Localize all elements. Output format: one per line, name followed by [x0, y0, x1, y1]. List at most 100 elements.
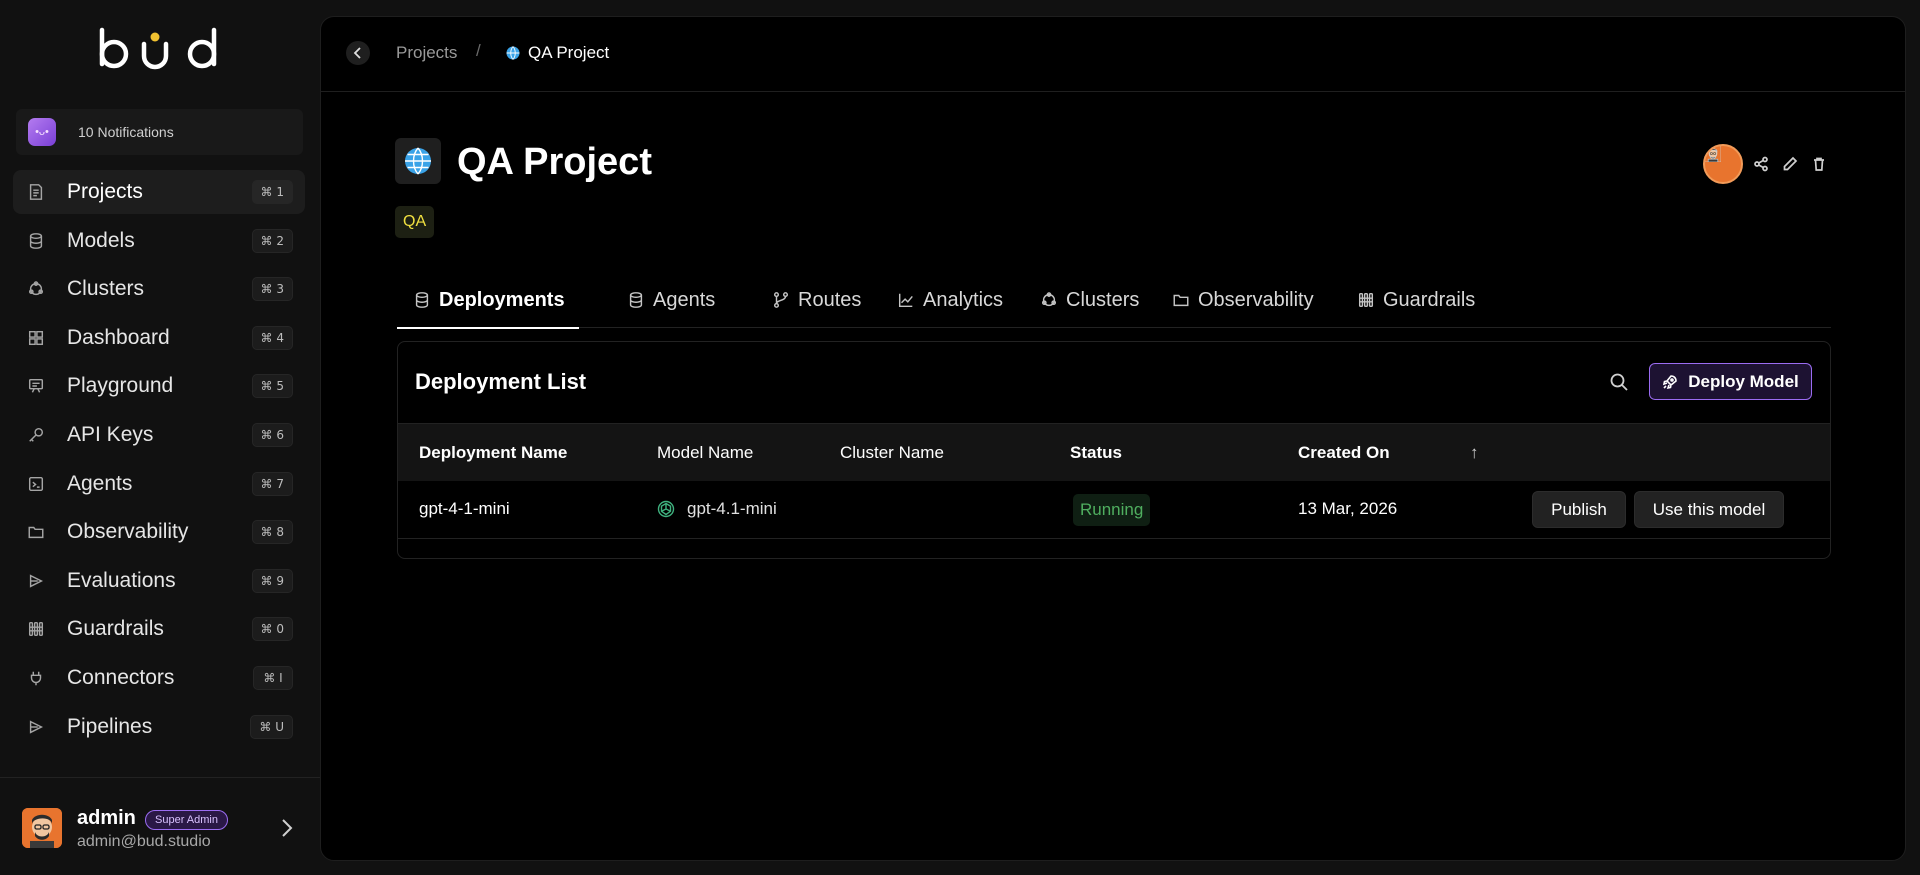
breadcrumb-projects[interactable]: Projects: [396, 43, 457, 63]
tab-label: Observability: [1198, 288, 1314, 311]
sidebar-item-label: Projects: [67, 180, 143, 203]
database-icon: [26, 231, 46, 251]
role-badge: Super Admin: [145, 810, 228, 830]
chart-icon: [898, 293, 913, 308]
deployment-list-card: Deployment List Deploy Model Deployment …: [397, 341, 1831, 559]
rocket-icon: [1663, 374, 1678, 389]
sidebar-item-connectors[interactable]: Connectors ⌘ I: [13, 656, 305, 700]
sidebar-item-api-keys[interactable]: API Keys ⌘ 6: [13, 413, 305, 457]
created-on-cell: 13 Mar, 2026: [1298, 499, 1398, 518]
cluster-icon: [26, 279, 46, 299]
shortcut-badge: ⌘ 3: [251, 277, 293, 302]
sidebar-item-label: API Keys: [67, 422, 154, 446]
chevron-left-icon: [353, 47, 361, 59]
shortcut-badge: ⌘ 6: [251, 422, 293, 447]
guardrail-icon: [26, 619, 46, 639]
terminal-icon: [26, 474, 46, 494]
model-name-cell: gpt-4.1-mini: [657, 499, 777, 519]
tab-label: Deployments: [439, 288, 565, 311]
tab-label: Analytics: [923, 288, 1004, 311]
sidebar-item-dashboard[interactable]: Dashboard ⌘ 4: [13, 316, 305, 360]
notifications-button[interactable]: •ᴗ• 10 Notifications: [16, 109, 303, 155]
sidebar-item-label: Dashboard: [67, 325, 170, 349]
tab-label: Clusters: [1066, 288, 1140, 311]
project-icon: [395, 138, 441, 184]
sidebar: •ᴗ• 10 Notifications Projects ⌘ 1 Models…: [0, 0, 320, 875]
sidebar-item-label: Clusters: [67, 277, 145, 301]
tab-clusters[interactable]: Clusters: [1040, 272, 1139, 328]
sidebar-nav: Projects ⌘ 1 Models ⌘ 2 Clusters ⌘ 3 Das…: [13, 170, 305, 753]
tab-agents[interactable]: Agents: [627, 272, 715, 328]
tab-deployments[interactable]: Deployments: [397, 272, 579, 329]
project-tag: QA: [395, 206, 435, 238]
search-button[interactable]: [1607, 370, 1631, 394]
sidebar-item-projects[interactable]: Projects ⌘ 1: [13, 170, 305, 214]
sidebar-divider: [0, 777, 320, 778]
shortcut-badge: ⌘ 7: [251, 471, 293, 496]
breadcrumb-current: QA Project: [506, 43, 609, 63]
main-panel: Projects / QA Project QA Project QA Depl…: [320, 16, 1906, 861]
sidebar-item-clusters[interactable]: Clusters ⌘ 3: [13, 267, 305, 311]
branch-icon: [773, 292, 789, 308]
shortcut-badge: ⌘ U: [250, 714, 293, 739]
sidebar-item-models[interactable]: Models ⌘ 2: [13, 219, 305, 263]
card-title: Deployment List: [415, 369, 587, 394]
model-name-label: gpt-4.1-mini: [687, 499, 777, 518]
sidebar-item-label: Connectors: [67, 665, 175, 689]
sidebar-item-label: Models: [67, 228, 135, 252]
column-header-created-on[interactable]: Created On: [1298, 443, 1390, 463]
pipeline-icon: [26, 717, 46, 737]
sidebar-item-evaluations[interactable]: Evaluations ⌘ 9: [13, 559, 305, 603]
evaluation-icon: [26, 571, 46, 591]
column-header-model-name[interactable]: Model Name: [657, 443, 753, 463]
user-profile[interactable]: admin Super Admin admin@bud.studio: [22, 806, 302, 850]
status-badge: Running: [1073, 494, 1151, 526]
shortcut-badge: ⌘ 8: [251, 520, 293, 545]
table-row[interactable]: gpt-4-1-mini gpt-4.1-mini Running 13 Mar…: [398, 481, 1830, 539]
deploy-model-button[interactable]: Deploy Model: [1649, 363, 1812, 400]
tab-analytics[interactable]: Analytics: [897, 272, 1003, 328]
avatar[interactable]: [1703, 144, 1743, 184]
tab-routes[interactable]: Routes: [772, 272, 861, 328]
trash-icon[interactable]: [1808, 153, 1830, 175]
playground-icon: [26, 376, 46, 396]
cluster-icon: [1041, 292, 1057, 307]
user-name: admin: [77, 807, 136, 829]
key-icon: [26, 425, 46, 445]
grid-icon: [26, 328, 46, 348]
top-bar: Projects / QA Project: [321, 17, 1905, 92]
edit-icon[interactable]: [1779, 153, 1801, 175]
share-icon[interactable]: [1750, 153, 1772, 175]
folder-icon: [26, 522, 46, 542]
database-icon: [629, 292, 643, 308]
shortcut-badge: ⌘ I: [253, 665, 293, 690]
app-root: •ᴗ• 10 Notifications Projects ⌘ 1 Models…: [0, 0, 1920, 875]
tab-guardrails[interactable]: Guardrails: [1357, 272, 1475, 328]
column-header-deployment-name[interactable]: Deployment Name: [419, 443, 567, 463]
sidebar-item-label: Observability: [67, 520, 189, 544]
shortcut-badge: ⌘ 0: [251, 617, 293, 642]
breadcrumb-separator: /: [476, 41, 481, 60]
document-icon: [26, 182, 46, 202]
sidebar-item-pipelines[interactable]: Pipelines ⌘ U: [13, 705, 305, 749]
bud-logo[interactable]: [96, 26, 222, 76]
column-header-cluster-name[interactable]: Cluster Name: [840, 443, 944, 463]
tab-observability[interactable]: Observability: [1172, 272, 1314, 328]
globe-icon: [405, 147, 431, 175]
notifications-label: 10 Notifications: [78, 124, 174, 140]
tab-label: Guardrails: [1383, 288, 1476, 311]
sidebar-item-guardrails[interactable]: Guardrails ⌘ 0: [13, 607, 305, 651]
back-button[interactable]: [346, 41, 370, 65]
sidebar-item-agents[interactable]: Agents ⌘ 7: [13, 462, 305, 506]
sort-arrow-icon[interactable]: ↑: [1470, 443, 1479, 463]
sidebar-item-observability[interactable]: Observability ⌘ 8: [13, 510, 305, 554]
sidebar-item-playground[interactable]: Playground ⌘ 5: [13, 364, 305, 408]
sidebar-item-label: Guardrails: [67, 617, 164, 641]
chevron-right-icon[interactable]: [277, 816, 297, 840]
sidebar-item-label: Playground: [67, 374, 174, 398]
publish-button[interactable]: Publish: [1532, 491, 1626, 528]
use-this-model-button[interactable]: Use this model: [1634, 491, 1784, 528]
column-header-status[interactable]: Status: [1070, 443, 1122, 463]
page-title: QA Project: [457, 141, 652, 183]
openai-icon: [657, 500, 675, 518]
